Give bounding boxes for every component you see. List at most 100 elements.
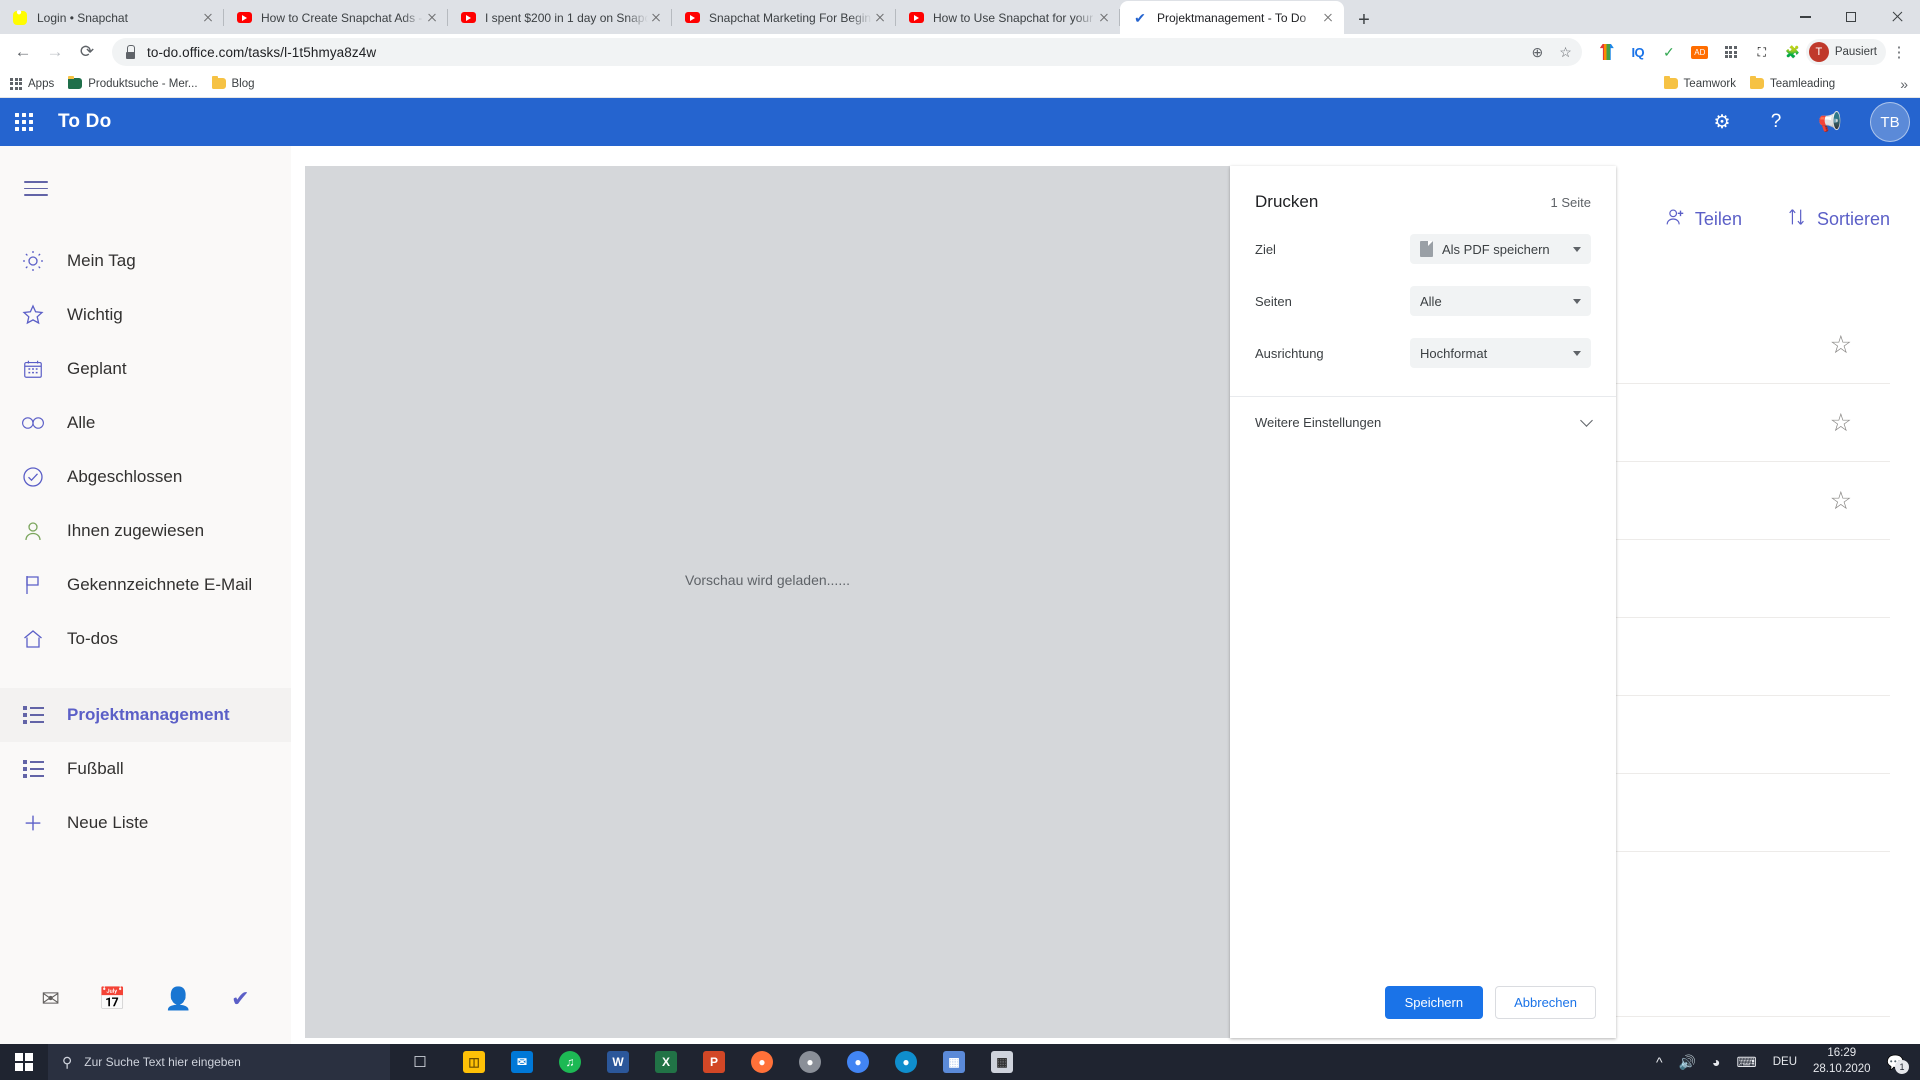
destination-label: Ziel [1255,241,1276,257]
pages-row: Seiten Alle [1230,286,1616,316]
profile-button[interactable]: T Pausiert [1805,39,1886,65]
avatar[interactable]: TB [1870,102,1910,142]
bookmark-star-icon[interactable]: ☆ [1559,44,1572,61]
tab-close-icon[interactable] [1320,10,1336,26]
browser-tab-active[interactable]: ✔ Projektmanagement - To Do [1120,1,1344,34]
zoom-icon[interactable]: ⊕ [1532,44,1544,61]
rainbow-extension-icon[interactable] [1594,39,1620,65]
taskbar-apps: ◫ ✉ ♫ W X P ● ● ● ● ▦ ▦ [454,1045,1022,1079]
minimize-button[interactable] [1782,0,1828,34]
cancel-button[interactable]: Abbrechen [1495,985,1596,1019]
photos-icon[interactable]: ▦ [982,1045,1022,1079]
avatar: T [1808,42,1829,62]
fullscreen-extension-icon[interactable]: ⛶ [1749,39,1775,65]
save-button[interactable]: Speichern [1384,985,1484,1019]
bookmark-item[interactable]: Teamwork [1663,75,1736,90]
green-check-extension-icon[interactable]: ✓ [1656,39,1682,65]
bookmark-item[interactable]: Produktsuche - Mer... [68,75,198,90]
notifications-icon[interactable]: 💬 1 [1887,1054,1909,1074]
mail-icon[interactable]: ✉ [502,1045,542,1079]
grid-extension-icon[interactable] [1718,39,1744,65]
destination-value: Als PDF speichern [1442,241,1550,257]
app-header-actions: ⚙ ? 📢 TB [1708,102,1910,142]
folder-icon [211,75,226,89]
browser-tab[interactable]: Login • Snapchat [0,1,224,34]
browser-icon[interactable]: ● [790,1045,830,1079]
bookmarks-overflow-icon[interactable]: » [1900,76,1908,92]
language-indicator[interactable]: DEU [1773,1056,1797,1068]
folder-icon [1663,75,1678,89]
chrome-menu-icon[interactable]: ⋮ [1886,43,1912,61]
page-icon [68,75,83,89]
iq-extension-icon[interactable]: IQ [1625,39,1651,65]
search-icon: ⚲ [62,1053,73,1070]
youtube-icon [460,10,476,26]
destination-select[interactable]: Als PDF speichern [1410,234,1591,264]
spotify-icon[interactable]: ♫ [550,1045,590,1079]
tab-title: How to Use Snapchat for your B [933,10,1096,25]
store-icon[interactable]: ▦ [934,1045,974,1079]
new-tab-button[interactable]: + [1346,6,1382,34]
clock[interactable]: 16:29 28.10.2020 [1813,1046,1871,1077]
bookmark-item[interactable]: Blog [211,75,255,90]
browser-toolbar: ← → ⟳ to-do.office.com/tasks/l-1t5hmya8z… [0,34,1920,70]
chevron-down-icon [1580,414,1593,427]
tab-close-icon[interactable] [424,10,440,26]
orientation-select[interactable]: Hochformat [1410,338,1591,368]
wifi-icon[interactable]: ◕ [1712,1054,1720,1070]
excel-icon[interactable]: X [646,1045,686,1079]
browser-tab[interactable]: How to Create Snapchat Ads - S [224,1,448,34]
print-dialog-title: Drucken [1255,192,1319,211]
help-question-icon[interactable]: ? [1762,111,1790,133]
file-explorer-icon[interactable]: ◫ [454,1045,494,1079]
tab-close-icon[interactable] [872,10,888,26]
tab-title: Snapchat Marketing For Beginne [709,10,872,25]
orange-badge-extension-icon[interactable]: AD [1687,39,1713,65]
tab-close-icon[interactable] [1096,10,1112,26]
chrome-icon[interactable]: ● [838,1045,878,1079]
firefox-icon[interactable]: ● [742,1045,782,1079]
youtube-icon [908,10,924,26]
pages-select[interactable]: Alle [1410,286,1591,316]
edge-icon[interactable]: ● [886,1045,926,1079]
bookmark-item[interactable]: Teamleading [1749,75,1835,90]
tab-title: Projektmanagement - To Do [1157,10,1307,25]
clock-date: 28.10.2020 [1813,1063,1871,1075]
youtube-icon [236,10,252,26]
hamburger-menu-icon[interactable] [24,181,48,196]
preview-loading-message: Vorschau wird geladen...... [685,572,850,588]
keyboard-icon[interactable]: ⌨ [1737,1054,1757,1071]
reload-button[interactable]: ⟳ [72,37,102,67]
tab-close-icon[interactable] [200,10,216,26]
browser-tab[interactable]: Snapchat Marketing For Beginne [672,1,896,34]
address-bar[interactable]: to-do.office.com/tasks/l-1t5hmya8z4w ⊕ ☆ [112,38,1582,66]
bookmarks-bar: Apps Produktsuche - Mer... Blog Teamwork… [0,70,1920,98]
bookmark-label: Teamwork [1683,77,1736,90]
settings-gear-icon[interactable]: ⚙ [1708,111,1736,134]
volume-icon[interactable]: 🔊 [1679,1054,1696,1071]
forward-button[interactable]: → [40,37,70,67]
search-placeholder: Zur Suche Text hier eingeben [84,1055,241,1069]
powerpoint-icon[interactable]: P [694,1045,734,1079]
app-launcher-icon[interactable] [0,98,48,146]
tab-close-icon[interactable] [648,10,664,26]
taskbar-search-input[interactable]: ⚲ Zur Suche Text hier eingeben [48,1044,390,1080]
feedback-megaphone-icon[interactable]: 📢 [1816,110,1844,134]
browser-tab[interactable]: How to Use Snapchat for your B [896,1,1120,34]
close-button[interactable] [1874,0,1920,34]
puzzle-extension-icon[interactable]: 🧩 [1780,39,1806,65]
task-view-icon[interactable]: ☐ [400,1045,440,1079]
more-settings-toggle[interactable]: Weitere Einstellungen [1230,396,1616,448]
bookmark-label: Produktsuche - Mer... [88,77,198,90]
notification-badge: 1 [1895,1059,1909,1074]
destination-row: Ziel Als PDF speichern [1230,234,1616,264]
maximize-button[interactable] [1828,0,1874,34]
windows-start-icon[interactable] [0,1044,48,1080]
print-preview-overlay: Vorschau wird geladen...... Drucken 1 Se… [0,166,1920,1080]
bookmark-apps[interactable]: Apps [10,77,54,90]
word-icon[interactable]: W [598,1045,638,1079]
show-hidden-icons[interactable]: ^ [1656,1054,1663,1070]
browser-tab[interactable]: I spent $200 in 1 day on Snapcha [448,1,672,34]
back-button[interactable]: ← [8,37,38,67]
pages-value: Alle [1420,293,1442,309]
